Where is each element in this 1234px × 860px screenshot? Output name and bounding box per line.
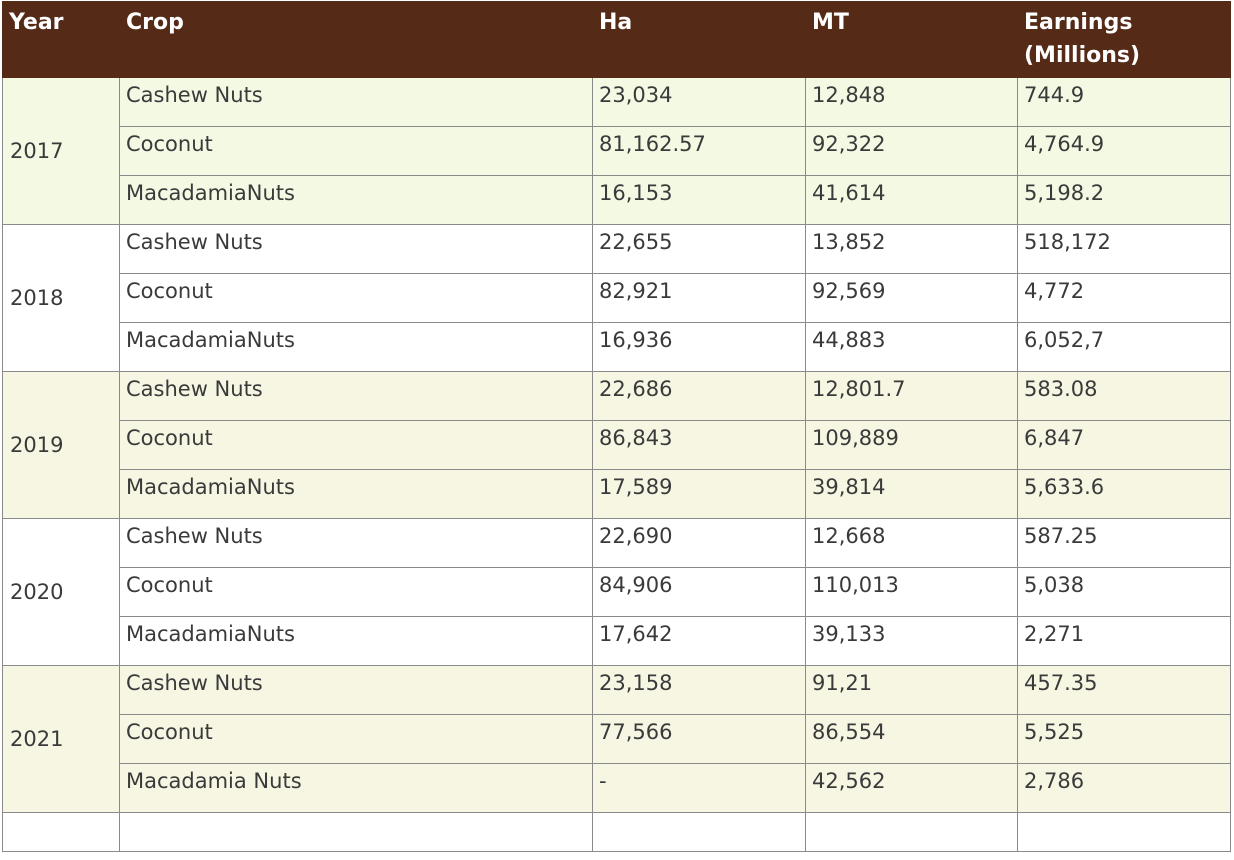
year-cell: 2021 (2, 665, 120, 813)
year-cell: 2018 (2, 224, 120, 372)
year-cell: 2017 (2, 77, 120, 225)
ha-cell: 17,642 (592, 616, 806, 666)
crop-cell: Coconut (119, 420, 593, 470)
empty-cell (1017, 812, 1231, 852)
mt-cell: 12,848 (805, 77, 1018, 127)
earnings-cell: 2,271 (1017, 616, 1231, 666)
year-cell: 2019 (2, 371, 120, 519)
table-row: Coconut 82,921 92,569 4,772 (3, 273, 1231, 323)
ha-cell: 82,921 (592, 273, 806, 323)
earnings-cell: 5,525 (1017, 714, 1231, 764)
ha-cell: - (592, 763, 806, 813)
ha-cell: 77,566 (592, 714, 806, 764)
empty-row (2, 812, 1231, 852)
ha-header: Ha (592, 1, 806, 78)
ha-cell: 17,589 (592, 469, 806, 519)
earnings-cell: 6,847 (1017, 420, 1231, 470)
crop-cell: MacadamiaNuts (119, 322, 593, 372)
ha-cell: 22,655 (592, 224, 806, 274)
crop-cell: Coconut (119, 126, 593, 176)
crop-cell: MacadamiaNuts (119, 175, 593, 225)
mt-cell: 12,801.7 (805, 371, 1018, 421)
crop-cell: Cashew Nuts (119, 518, 593, 568)
table-row: Macadamia Nuts - 42,562 2,786 (3, 763, 1231, 813)
table-row: 2020 Cashew Nuts 22,690 12,668 587.25 (2, 518, 1231, 666)
ha-cell: 16,936 (592, 322, 806, 372)
mt-cell: 91,21 (805, 665, 1018, 715)
mt-cell: 92,569 (805, 273, 1018, 323)
mt-header: MT (805, 1, 1018, 78)
year-header: Year (2, 1, 120, 78)
table-row: MacadamiaNuts 17,589 39,814 5,633.6 (3, 469, 1231, 519)
crop-cell: Coconut (119, 567, 593, 617)
crop-cell: Cashew Nuts (119, 665, 593, 715)
table-row: MacadamiaNuts 16,936 44,883 6,052,7 (3, 322, 1231, 372)
crop-cell: Coconut (119, 714, 593, 764)
earnings-cell: 587.25 (1017, 518, 1231, 568)
table-row: 2019 Cashew Nuts 22,686 12,801.7 583.08 (2, 371, 1231, 519)
ha-cell: 22,690 (592, 518, 806, 568)
empty-cell (592, 812, 806, 852)
ha-cell: 81,162.57 (592, 126, 806, 176)
earnings-header-line1: Earnings (1024, 10, 1133, 35)
mt-cell: 13,852 (805, 224, 1018, 274)
earnings-cell: 5,038 (1017, 567, 1231, 617)
empty-cell (119, 812, 593, 852)
crop-cell: Macadamia Nuts (119, 763, 593, 813)
ha-cell: 23,034 (592, 77, 806, 127)
earnings-header-line2: (Millions) (1024, 43, 1141, 68)
earnings-cell: 4,764.9 (1017, 126, 1231, 176)
mt-cell: 92,322 (805, 126, 1018, 176)
earnings-cell: 2,786 (1017, 763, 1231, 813)
mt-cell: 41,614 (805, 175, 1018, 225)
mt-cell: 12,668 (805, 518, 1018, 568)
header-row: Year Crop Ha MT Earnings (Millions) (2, 1, 1231, 78)
table-row: Coconut 84,906 110,013 5,038 (3, 567, 1231, 617)
ha-cell: 84,906 (592, 567, 806, 617)
ha-cell: 23,158 (592, 665, 806, 715)
mt-cell: 39,814 (805, 469, 1018, 519)
earnings-cell: 744.9 (1017, 77, 1231, 127)
crop-cell: Coconut (119, 273, 593, 323)
crop-cell: Cashew Nuts (119, 224, 593, 274)
table-row: 2018 Cashew Nuts 22,655 13,852 518,172 (2, 224, 1231, 372)
table-row: Coconut 77,566 86,554 5,525 (3, 714, 1231, 764)
earnings-cell: 518,172 (1017, 224, 1231, 274)
ha-cell: 16,153 (592, 175, 806, 225)
crop-cell: MacadamiaNuts (119, 469, 593, 519)
crop-cell: MacadamiaNuts (119, 616, 593, 666)
crop-cell: Cashew Nuts (119, 371, 593, 421)
earnings-cell: 583.08 (1017, 371, 1231, 421)
table-row: 2017 Cashew Nuts 23,034 12,848 744.9 (2, 77, 1231, 225)
table-row: Coconut 81,162.57 92,322 4,764.9 (3, 126, 1231, 176)
crop-production-table: Year Crop Ha MT Earnings (Millions) 2017 … (2, 1, 1231, 852)
mt-cell: 42,562 (805, 763, 1018, 813)
ha-cell: 86,843 (592, 420, 806, 470)
mt-cell: 39,133 (805, 616, 1018, 666)
table-row: 2021 Cashew Nuts 23,158 91,21 457.35 (2, 665, 1231, 813)
earnings-cell: 4,772 (1017, 273, 1231, 323)
ha-cell: 22,686 (592, 371, 806, 421)
mt-cell: 44,883 (805, 322, 1018, 372)
earnings-cell: 5,633.6 (1017, 469, 1231, 519)
earnings-cell: 5,198.2 (1017, 175, 1231, 225)
earnings-cell: 457.35 (1017, 665, 1231, 715)
mt-cell: 110,013 (805, 567, 1018, 617)
empty-cell (805, 812, 1018, 852)
table-row: Coconut 86,843 109,889 6,847 (3, 420, 1231, 470)
earnings-cell: 6,052,7 (1017, 322, 1231, 372)
mt-cell: 86,554 (805, 714, 1018, 764)
year-cell: 2020 (2, 518, 120, 666)
crop-header: Crop (119, 1, 593, 78)
table-row: MacadamiaNuts 16,153 41,614 5,198.2 (3, 175, 1231, 225)
crop-cell: Cashew Nuts (119, 77, 593, 127)
earnings-header: Earnings (Millions) (1017, 1, 1231, 78)
mt-cell: 109,889 (805, 420, 1018, 470)
table-row: MacadamiaNuts 17,642 39,133 2,271 (3, 616, 1231, 666)
empty-cell (2, 812, 120, 852)
